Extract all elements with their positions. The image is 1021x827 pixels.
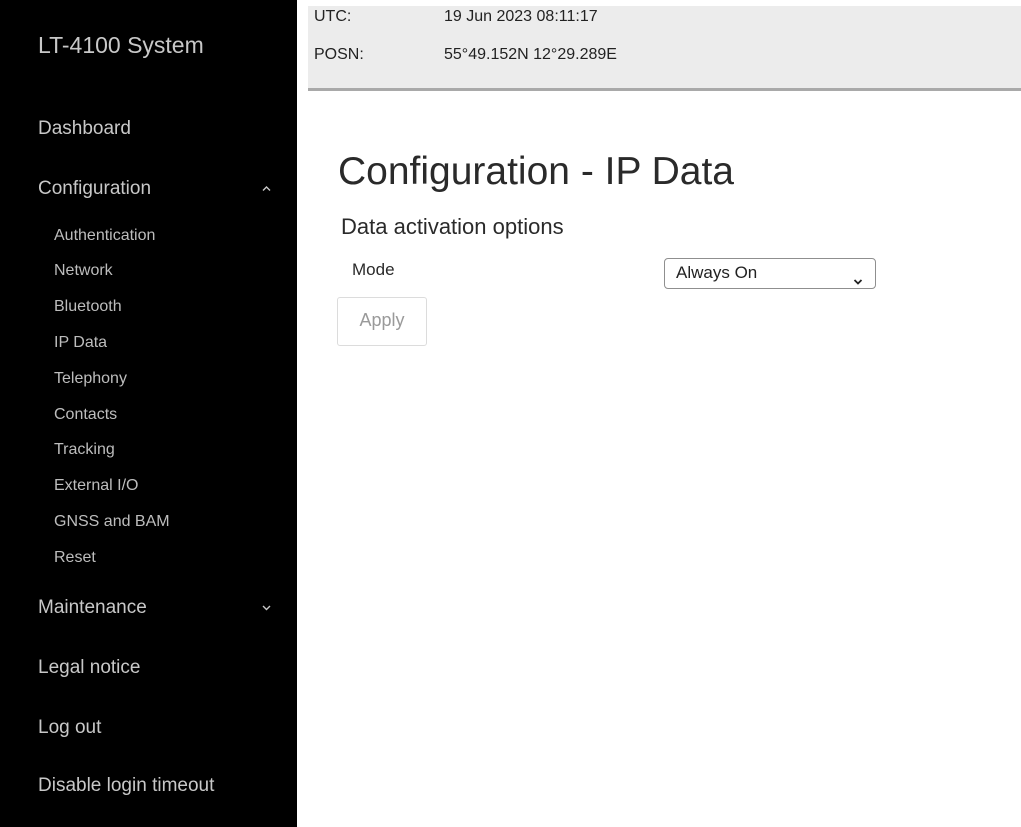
nav-configuration[interactable]: Configuration <box>38 178 151 200</box>
utc-value: 19 Jun 2023 08:11:17 <box>444 8 598 25</box>
brand-title: LT-4100 System <box>38 32 204 58</box>
nav-dashboard[interactable]: Dashboard <box>38 118 131 140</box>
nav-maintenance[interactable]: Maintenance <box>38 597 147 619</box>
apply-button[interactable]: Apply <box>337 297 427 346</box>
nav-disable-login-timeout[interactable]: Disable login timeout <box>38 775 214 797</box>
sidebar-item-bluetooth[interactable]: Bluetooth <box>54 298 122 316</box>
position-label: POSN: <box>314 46 364 63</box>
chevron-up-icon[interactable] <box>262 184 271 193</box>
nav-legal-notice[interactable]: Legal notice <box>38 657 140 679</box>
mode-select-value: Always On <box>676 263 758 282</box>
chevron-down-icon[interactable] <box>262 603 271 612</box>
section-title: Data activation options <box>341 214 564 239</box>
nav-log-out[interactable]: Log out <box>38 717 101 739</box>
sidebar-item-contacts[interactable]: Contacts <box>54 406 117 424</box>
status-bar: UTC: 19 Jun 2023 08:11:17 POSN: 55°49.15… <box>308 6 1021 91</box>
utc-label: UTC: <box>314 8 352 25</box>
sidebar-item-authentication[interactable]: Authentication <box>54 227 155 245</box>
sidebar-item-network[interactable]: Network <box>54 262 113 280</box>
sidebar-item-reset[interactable]: Reset <box>54 549 96 567</box>
sidebar-item-telephony[interactable]: Telephony <box>54 370 127 388</box>
sidebar: LT-4100 System Dashboard Configuration A… <box>0 0 297 827</box>
chevron-down-icon <box>853 269 863 285</box>
sidebar-item-gnss-bam[interactable]: GNSS and BAM <box>54 513 170 531</box>
sidebar-item-ip-data[interactable]: IP Data <box>54 334 107 352</box>
sidebar-item-tracking[interactable]: Tracking <box>54 441 115 459</box>
position-value: 55°49.152N 12°29.289E <box>444 46 617 63</box>
mode-label: Mode <box>352 260 395 279</box>
sidebar-item-external-io[interactable]: External I/O <box>54 477 138 495</box>
mode-select[interactable]: Always On <box>664 258 876 289</box>
page-title: Configuration - IP Data <box>338 150 734 193</box>
